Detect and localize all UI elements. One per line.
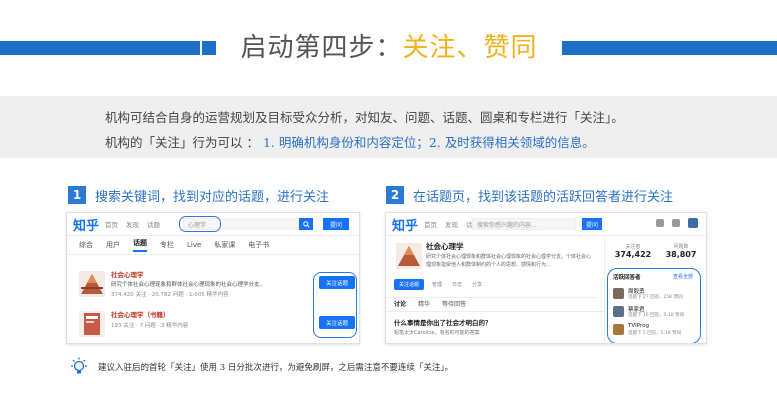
tab-courses[interactable]: 私家课 [214,240,235,250]
follow-topic-button[interactable]: 关注话题 [394,279,424,290]
result-desc: 研究个体社会心理现象和群体社会心理现象的社会心理学分支。 [111,282,266,288]
share-action[interactable]: 分享 [472,281,482,288]
topic-sidebar: 关注者 374,422 问题数 38,807 活跃回答者 查看全部 周毅勇 话题… [604,235,706,343]
step-1-number: 1 [68,186,86,204]
book-thumbnail [79,311,105,337]
nav-explore[interactable]: 发现 [126,219,139,229]
notification-icon[interactable] [656,219,664,227]
nav-topics[interactable]: 话题 [147,219,160,229]
tab-waiting[interactable]: 等待回答 [442,299,466,311]
search-input[interactable]: 搜索你感兴趣的内容... [472,218,576,230]
zhihu-logo[interactable]: 知乎 [392,215,418,234]
ask-button[interactable]: 提问 [582,218,602,230]
tab-essence[interactable]: 精华 [418,299,430,311]
topic-description: 研究个体社会心理现象和群体社会心理现象的社会心理学分支。个体社会心理现象指受他人… [426,254,592,268]
log-action[interactable]: 日志 [452,281,462,288]
description-line-2: 机构的「关注」行为可以 ： 1. 明确机构身份和内容定位；2. 及时获得相关领域… [105,132,595,151]
search-icon [302,220,310,228]
message-icon[interactable] [672,219,680,227]
tip-row: 建议入驻后的首轮「关注」使用 3 日分批次进行，为避免刷屏，之后需注意不要连续「… [70,357,453,377]
step-1-text: 搜索关键词，找到对应的话题，进行关注 [95,189,330,205]
stat-value: 38,807 [665,250,697,259]
search-results-screenshot: 知乎 首页 发现 话题 心理学 提问 综合 用户 话题 专栏 Live 私家课 … [66,212,360,344]
result-meta: 374,420 关注 · 20,782 问题 · 1,005 精华内容 [111,292,229,298]
zhihu-navbar: 知乎 首页 发现 话题 心理学 提问 [67,213,359,236]
stat-value: 374,422 [614,250,652,259]
pyramid-thumbnail [396,243,422,269]
zhihu-navbar: 知乎 首页 发现 话题 搜索你感兴趣的内容... 提问 [386,213,706,236]
description-line-2-highlight: 1. 明确机构身份和内容定位；2. 及时获得相关领域的信息。 [258,135,595,150]
search-highlight-oval [179,216,221,232]
title-prefix: 启动第四步： [240,33,403,63]
nav-home[interactable]: 首页 [424,219,437,229]
tab-users[interactable]: 用户 [106,240,120,250]
title-bar-right [567,41,777,55]
title-square-left [202,41,216,55]
step-2-text: 在话题页，找到该话题的活跃回答者进行关注 [413,189,674,205]
answerer-line: 铅笔太太Caroline，有名的可能的答案 [394,330,480,336]
topic-page-screenshot: 知乎 首页 发现 话题 搜索你感兴趣的内容... 提问 社会心理学 研究个体社会… [385,212,707,344]
step-2-number: 2 [386,186,404,204]
avatar[interactable] [688,218,698,228]
stat-label: 关注者 [625,244,641,250]
topic-actions: 管理 日志 分享 [432,281,482,288]
topic-sub-tabs: 讨论 精华 等待回答 [386,299,604,312]
followers-stat: 关注者 374,422 [613,243,653,259]
topic-header: 社会心理学 研究个体社会心理现象和群体社会心理现象的社会心理学分支。个体社会心理… [386,235,596,298]
description-line-1: 机构可结合自身的运营规划及目标受众分析，对知友、问题、话题、圆桌和专栏进行「关注… [105,110,624,125]
title-bar-left [0,41,210,55]
ask-button[interactable]: 提问 [323,218,349,230]
nav-explore[interactable]: 发现 [445,219,458,229]
follow-highlight-oval [313,272,357,338]
step-1: 1 搜索关键词，找到对应的话题，进行关注 [68,186,330,205]
page-title: 启动第四步：关注、赞同 [216,27,562,64]
nav-home[interactable]: 首页 [105,219,118,229]
result-title[interactable]: 社会心理学 [111,269,144,279]
description-panel: 机构可结合自身的运营规划及目标受众分析，对知友、问题、话题、圆桌和专栏进行「关注… [0,96,777,158]
step-2: 2 在话题页，找到该话题的活跃回答者进行关注 [386,186,674,205]
tab-discussion[interactable]: 讨论 [394,299,406,311]
tab-live[interactable]: Live [187,241,201,249]
tab-ebooks[interactable]: 电子书 [248,240,269,250]
search-tabs: 综合 用户 话题 专栏 Live 私家课 电子书 [67,236,359,255]
tab-columns[interactable]: 专栏 [160,240,174,250]
result-title[interactable]: 社会心理学（书籍） [111,309,170,319]
tip-text: 建议入驻后的首轮「关注」使用 3 日分批次进行，为避免刷屏，之后需注意不要连续「… [98,363,454,373]
topic-title: 社会心理学 [426,242,464,251]
tab-all[interactable]: 综合 [79,240,93,250]
search-button[interactable] [299,218,313,230]
questions-stat: 问题数 38,807 [661,243,701,259]
question-title[interactable]: 什么事情是你出了社会才明白的？ [394,317,492,327]
tab-topics[interactable]: 话题 [133,238,147,252]
zhihu-logo[interactable]: 知乎 [73,215,99,234]
stat-label: 问题数 [673,244,689,250]
manage-action[interactable]: 管理 [432,281,442,288]
title-highlight: 关注、赞同 [402,33,538,63]
lightbulb-icon [71,357,87,374]
result-meta: 193 关注 · 7 问题 · 3 精华内容 [111,323,189,329]
pyramid-thumbnail [79,271,105,297]
title-section: 启动第四步：关注、赞同 [0,0,777,90]
description-line-2-prefix: 机构的「关注」行为可以 ： [105,135,259,150]
answerers-highlight-oval [607,268,701,343]
